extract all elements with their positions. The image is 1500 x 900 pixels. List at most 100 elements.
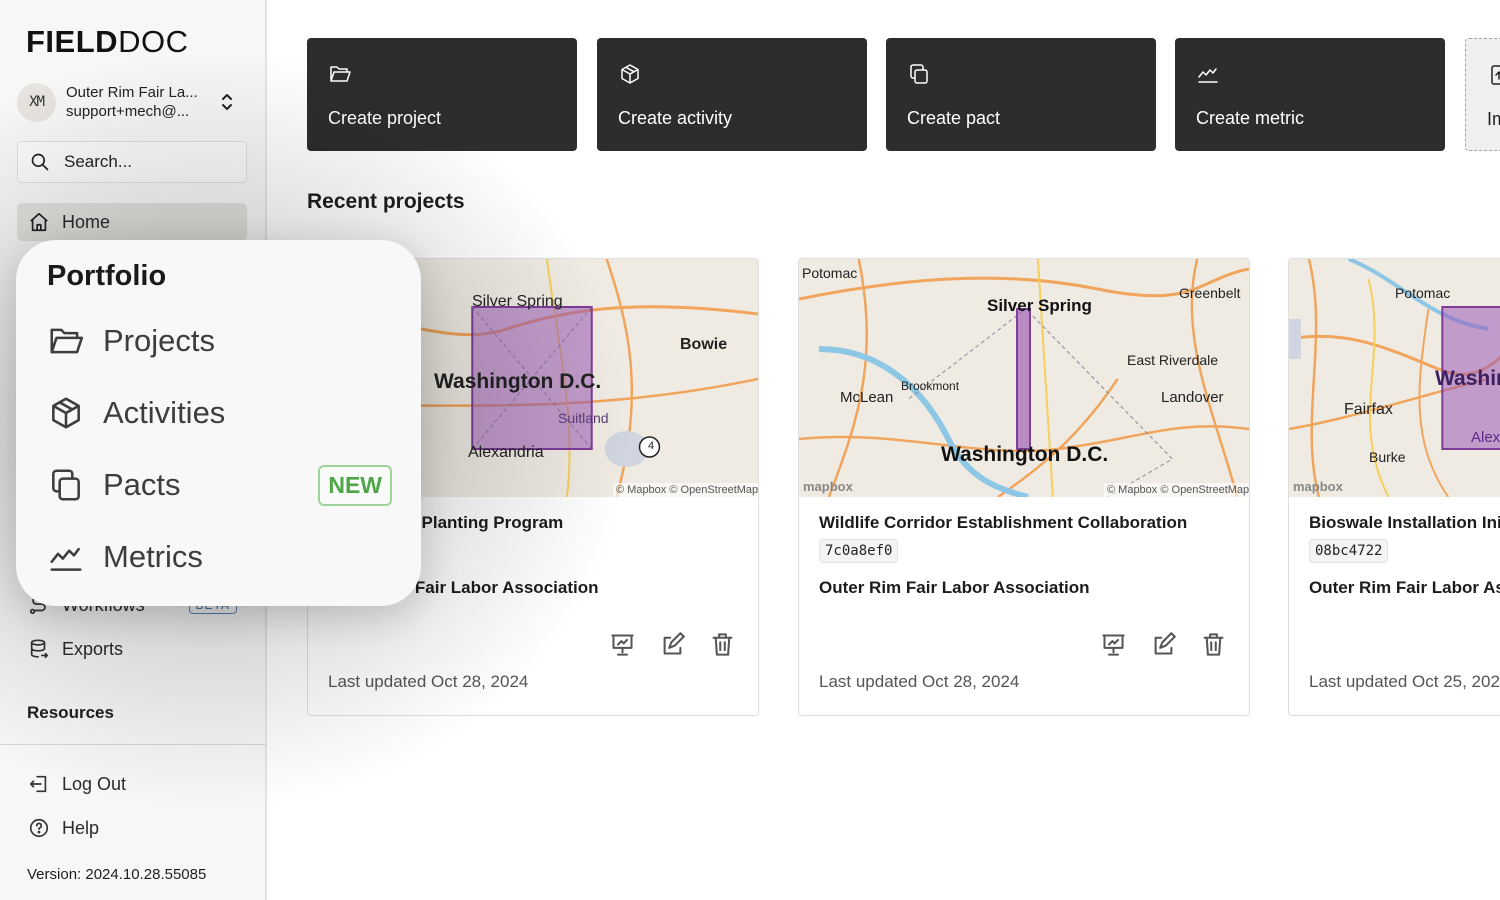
map-label: Burke [1369,449,1406,465]
create-pact-button[interactable]: Create pact [886,38,1156,151]
project-map[interactable]: Potomac Silver Spring Greenbelt East Riv… [799,259,1249,497]
map-label: Silver Spring [472,293,563,310]
sidebar-item-label: Help [62,817,100,838]
mapbox-logo[interactable]: mapbox [1293,479,1343,494]
last-updated: Last updated Oct 28, 2024 [819,672,1020,691]
map-label: Landover [1161,389,1224,406]
map-label: Washington D.C. [434,370,602,393]
map-label: Potomac [1395,285,1451,301]
map-label: 4 [648,440,655,452]
account-name: Outer Rim Fair La... [66,84,198,101]
copy-icon [910,64,928,84]
menu-item-projects[interactable]: Projects [47,316,392,366]
menu-item-metrics[interactable]: Metrics [47,532,392,582]
search-box[interactable] [17,141,247,183]
last-updated: Last updated Oct 28, 2024 [328,672,529,691]
menu-item-label: Metrics [103,539,203,574]
delete-button[interactable] [709,631,736,658]
sidebar-item-label: Log Out [62,773,127,794]
create-pact-label: Create pact [907,108,1001,128]
logo-light: DOC [118,24,189,59]
map-label: Fairfax [1344,401,1393,418]
resources-heading: Resources [27,703,114,722]
last-updated: Last updated Oct 25, 2024 [1309,672,1500,691]
create-metric-label: Create metric [1196,108,1305,128]
portfolio-menu: Portfolio Projects Activities Pacts NEW … [16,240,421,606]
create-activity-label: Create activity [618,108,733,128]
project-org: Outer Rim Fair Labor Association [819,578,1090,597]
presentation-chart-icon [1102,634,1125,656]
project-code: 08bc4722 [1309,539,1389,563]
file-upload-icon [1491,65,1500,85]
map-label: Silver Spring [987,296,1092,315]
search-input[interactable] [64,152,224,172]
project-map[interactable]: Potomac Washington Fairfax Burke Alexand… [1289,259,1500,497]
new-badge: NEW [318,464,392,506]
menu-item-pacts[interactable]: Pacts NEW [47,460,392,510]
box-icon [52,397,80,429]
sidebar-item-exports[interactable]: Exports [17,630,247,668]
box-icon [621,64,639,84]
presentation-chart-icon [611,634,634,656]
map-label: Brookmont [901,379,960,393]
trash-icon [712,633,733,656]
presentation-chart-button[interactable] [1100,631,1127,658]
edit-button[interactable] [659,631,686,658]
logout-icon [29,775,47,793]
map-label: East Riverdale [1127,352,1219,368]
sidebar-item-logout[interactable]: Log Out [17,765,247,803]
map-label: Alexandria [1471,429,1500,446]
sidebar-item-label: Exports [62,638,124,659]
project-title[interactable]: Wildlife Corridor Establishment Collabor… [819,513,1187,533]
folder-icon [50,328,84,354]
import-button[interactable]: Import [1465,38,1500,151]
chart-line-icon [50,547,82,571]
map-label: Bowie [680,336,728,353]
project-card[interactable]: Potomac Washington Fairfax Burke Alexand… [1288,258,1500,716]
mapbox-logo[interactable]: mapbox [803,479,853,494]
chart-line-icon [1198,68,1218,83]
menu-item-activities[interactable]: Activities [47,388,392,438]
import-label: Import [1487,109,1500,129]
help-icon [29,818,49,838]
edit-icon [1154,632,1176,655]
project-card[interactable]: Potomac Silver Spring Greenbelt East Riv… [798,258,1250,716]
search-icon [31,153,49,171]
sidebar-item-label: Home [62,211,111,232]
sidebar-item-home[interactable]: Home [17,203,247,241]
project-title[interactable]: Bioswale Installation Initiative [1309,513,1500,533]
trash-icon [1203,633,1224,656]
create-activity-button[interactable]: Create activity [597,38,867,151]
sidebar-item-help[interactable]: Help [17,809,247,847]
map-attribution[interactable]: © Mapbox © OpenStreetMap [1104,483,1249,497]
delete-button[interactable] [1200,631,1227,658]
account-switcher[interactable]: XM Outer Rim Fair La... support+mech@... [17,82,247,122]
copy-icon [52,469,80,501]
sidebar-divider [0,744,266,745]
map-label: Potomac [802,265,858,281]
map-label: Washington D.C. [941,443,1109,466]
presentation-chart-button[interactable] [609,631,636,658]
create-metric-button[interactable]: Create metric [1175,38,1445,151]
avatar: XM [17,82,56,122]
folder-icon [330,66,351,82]
app-logo[interactable]: FIELDDOC [26,24,188,60]
edit-icon [663,632,685,655]
project-code: 7c0a8ef0 [819,539,899,563]
account-email: support+mech@... [66,103,190,120]
map-attribution[interactable]: © Mapbox © OpenStreetMap [613,483,758,497]
menu-item-label: Projects [103,323,215,358]
menu-item-label: Pacts [103,467,181,502]
create-project-button[interactable]: Create project [307,38,577,151]
map-label: Greenbelt [1179,285,1241,301]
version-text: Version: 2024.10.28.55085 [27,866,207,883]
map-label: McLean [840,389,894,406]
map-label: Alexandria [468,444,544,461]
chevron-up-down-icon [222,94,232,110]
database-export-icon [30,639,49,659]
edit-button[interactable] [1150,631,1177,658]
menu-item-label: Activities [103,395,226,430]
logo-bold: FIELD [26,24,119,59]
recent-projects-heading: Recent projects [307,190,465,213]
map-label: Washington [1435,367,1500,390]
